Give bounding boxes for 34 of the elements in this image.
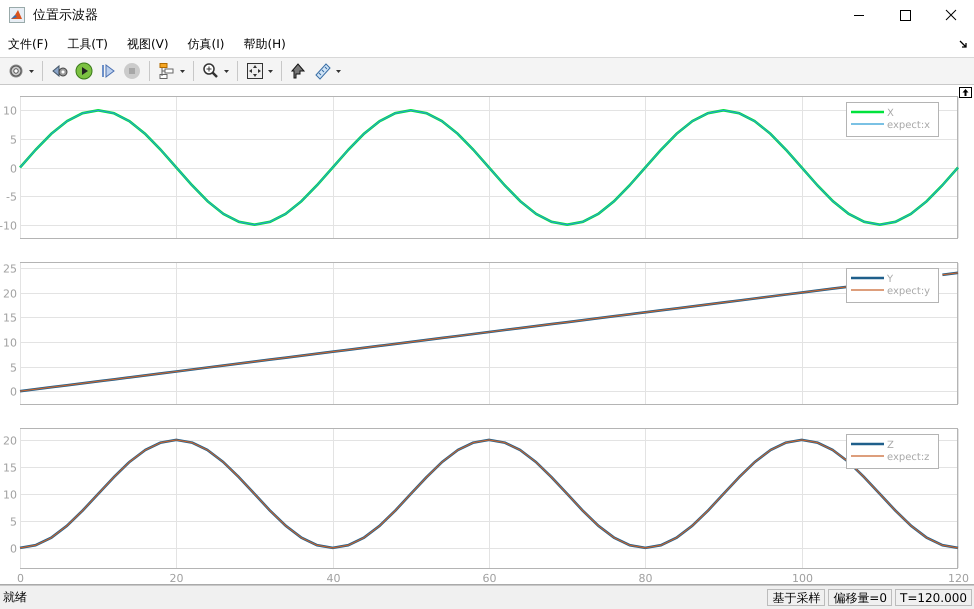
y-tick-label: 5 xyxy=(10,516,17,528)
y-tick-label: 5 xyxy=(10,362,17,374)
y-tick-label: 15 xyxy=(3,312,17,324)
legend-label: Y xyxy=(887,274,894,285)
y-tick-label: 5 xyxy=(10,134,17,146)
y-tick-label: 0 xyxy=(10,542,17,556)
y-tick-label: 0 xyxy=(10,386,17,398)
x-tick-label: 120 xyxy=(948,572,969,584)
x-tick-label: 20 xyxy=(170,572,184,584)
y-tick-label: 10 xyxy=(3,336,17,350)
y-tick-label: 0 xyxy=(10,162,17,176)
x-tick-label: 0 xyxy=(17,572,24,584)
x-tick-label: 80 xyxy=(638,572,652,584)
status-message: 就绪 xyxy=(3,589,27,606)
status-field: T=120.000 xyxy=(894,589,972,606)
x-tick-label: 40 xyxy=(326,572,340,584)
y-tick-label: 20 xyxy=(3,434,17,448)
legend-label: expect:x xyxy=(887,120,930,131)
y-tick-label: 25 xyxy=(3,262,17,276)
x-tick-label: 60 xyxy=(482,572,496,584)
y-tick-label: 20 xyxy=(3,288,17,300)
y-tick-label: -10 xyxy=(0,220,17,232)
legend-label: Z xyxy=(887,440,894,451)
y-tick-label: 15 xyxy=(3,462,17,474)
y-tick-label: 10 xyxy=(3,488,17,502)
window-title: 位置示波器 xyxy=(33,7,98,24)
x-tick-label: 100 xyxy=(792,572,813,584)
legend-label: expect:z xyxy=(887,452,930,463)
legend-label: expect:y xyxy=(887,286,930,297)
y-tick-label: 10 xyxy=(3,104,17,118)
status-field: 基于采样 xyxy=(767,589,826,606)
y-tick-label: -5 xyxy=(6,190,17,204)
legend-label: X xyxy=(887,108,894,119)
status-field: 偏移量=0 xyxy=(828,589,892,606)
